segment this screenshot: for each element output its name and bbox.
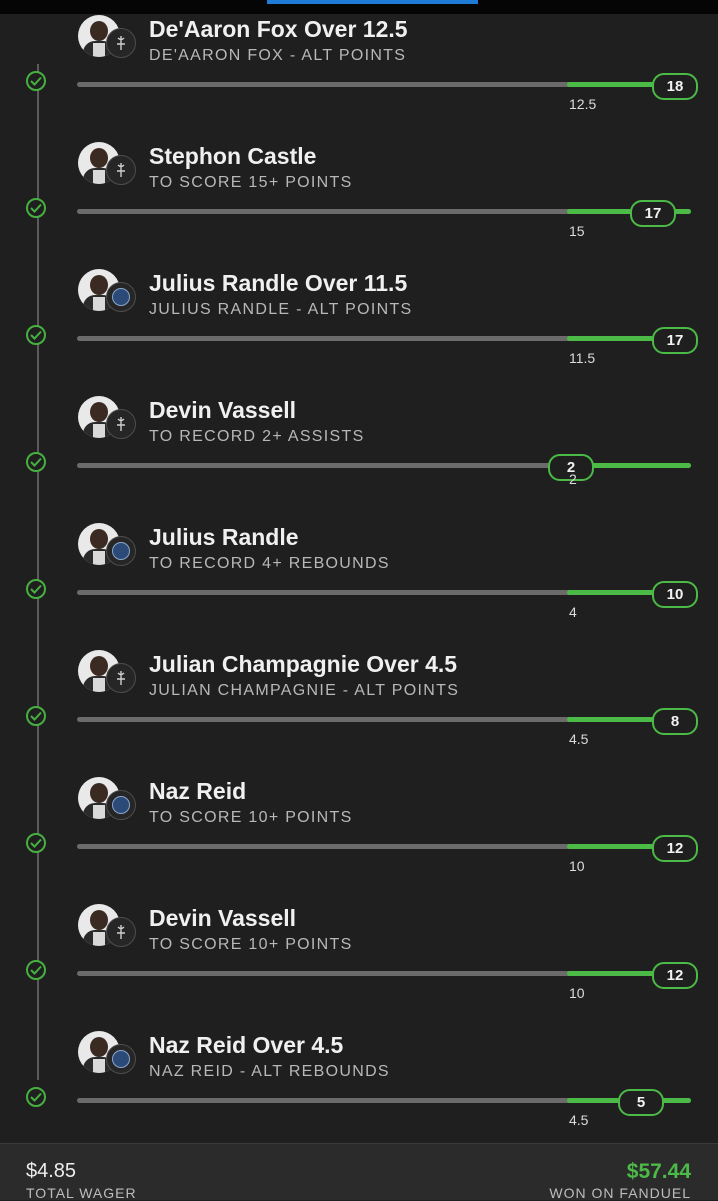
total-wager-amount: $4.85 xyxy=(26,1160,77,1182)
bet-leg[interactable]: Stephon Castle TO SCORE 15+ POINTS 17 15 xyxy=(0,142,718,284)
result-badge: 12 xyxy=(652,962,698,989)
check-icon xyxy=(26,452,46,472)
leg-title: Devin Vassell xyxy=(149,905,297,931)
leg-title: De'Aaron Fox Over 12.5 xyxy=(149,16,408,42)
leg-subtitle: JULIUS RANDLE - ALT POINTS xyxy=(149,301,413,318)
leg-title: Julian Champagnie Over 4.5 xyxy=(149,651,458,677)
check-icon xyxy=(26,960,46,980)
leg-title: Julius Randle Over 11.5 xyxy=(149,270,408,296)
leg-title: Naz Reid xyxy=(149,778,247,804)
result-badge: 17 xyxy=(630,200,676,227)
spurs-logo-icon xyxy=(106,663,136,693)
threshold-label: 10 xyxy=(569,858,585,874)
leg-subtitle: JULIAN CHAMPAGNIE - ALT POINTS xyxy=(149,682,460,699)
check-icon xyxy=(26,579,46,599)
check-icon xyxy=(26,198,46,218)
bet-leg[interactable]: Naz Reid TO SCORE 10+ POINTS 12 10 xyxy=(0,777,718,919)
bet-leg[interactable]: Julius Randle TO RECORD 4+ REBOUNDS 10 4 xyxy=(0,523,718,665)
threshold-label: 15 xyxy=(569,223,585,239)
leg-title: Stephon Castle xyxy=(149,143,317,169)
check-icon xyxy=(26,1087,46,1107)
bet-leg[interactable]: De'Aaron Fox Over 12.5 DE'AARON FOX - AL… xyxy=(0,15,718,157)
leg-subtitle: TO SCORE 15+ POINTS xyxy=(149,174,353,191)
leg-title: Julius Randle xyxy=(149,524,299,550)
bet-summary-footer: $4.85 TOTAL WAGER $57.44 WON ON FANDUEL xyxy=(0,1143,718,1201)
bet-leg[interactable]: Julius Randle Over 11.5 JULIUS RANDLE - … xyxy=(0,269,718,411)
result-badge: 10 xyxy=(652,581,698,608)
result-badge: 8 xyxy=(652,708,698,735)
threshold-label: 2 xyxy=(569,471,577,487)
threshold-label: 11.5 xyxy=(569,350,596,366)
spurs-logo-icon xyxy=(106,155,136,185)
check-icon xyxy=(26,71,46,91)
leg-title: Devin Vassell xyxy=(149,397,297,423)
won-amount: $57.44 xyxy=(626,1160,691,1183)
leg-title: Naz Reid Over 4.5 xyxy=(149,1032,344,1058)
threshold-label: 12.5 xyxy=(569,96,597,112)
leg-subtitle: NAZ REID - ALT REBOUNDS xyxy=(149,1063,390,1080)
threshold-label: 4 xyxy=(569,604,577,620)
timberwolves-logo-icon xyxy=(106,790,136,820)
threshold-label: 4.5 xyxy=(569,1112,589,1128)
spurs-logo-icon xyxy=(106,409,136,439)
bet-leg[interactable]: Devin Vassell TO RECORD 2+ ASSISTS 2 2 xyxy=(0,396,718,538)
threshold-label: 10 xyxy=(569,985,585,1001)
check-icon xyxy=(26,325,46,345)
result-badge: 5 xyxy=(618,1089,664,1116)
timberwolves-logo-icon xyxy=(106,1044,136,1074)
timberwolves-logo-icon xyxy=(106,536,136,566)
leg-subtitle: TO SCORE 10+ POINTS xyxy=(149,936,353,953)
timberwolves-logo-icon xyxy=(106,282,136,312)
check-icon xyxy=(26,706,46,726)
result-badge: 12 xyxy=(652,835,698,862)
spurs-logo-icon xyxy=(106,28,136,58)
leg-subtitle: TO RECORD 2+ ASSISTS xyxy=(149,428,365,445)
bet-leg[interactable]: Julian Champagnie Over 4.5 JULIAN CHAMPA… xyxy=(0,650,718,792)
result-badge: 18 xyxy=(652,73,698,100)
result-badge: 17 xyxy=(652,327,698,354)
leg-subtitle: TO SCORE 10+ POINTS xyxy=(149,809,353,826)
spurs-logo-icon xyxy=(106,917,136,947)
check-icon xyxy=(26,833,46,853)
active-tab-indicator xyxy=(267,0,478,4)
leg-subtitle: TO RECORD 4+ REBOUNDS xyxy=(149,555,390,572)
leg-subtitle: DE'AARON FOX - ALT POINTS xyxy=(149,47,407,64)
threshold-label: 4.5 xyxy=(569,731,589,747)
bet-leg[interactable]: Devin Vassell TO SCORE 10+ POINTS 12 10 xyxy=(0,904,718,1046)
top-tab-bar xyxy=(0,0,718,14)
